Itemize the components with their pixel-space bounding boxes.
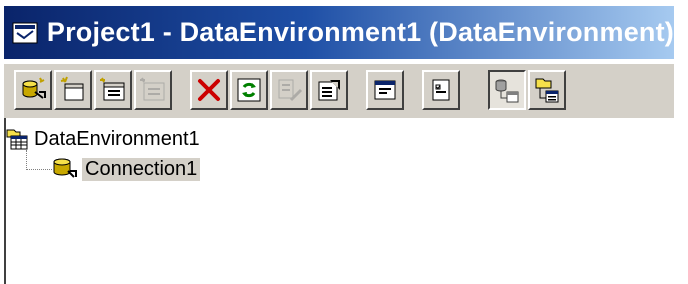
refresh-button[interactable] xyxy=(230,70,268,110)
design-icon xyxy=(275,76,303,104)
add-child-command-icon xyxy=(99,76,127,104)
options-icon xyxy=(427,76,455,104)
tree-view[interactable]: DataEnvironment1 Connection1 xyxy=(4,118,688,284)
title-bar[interactable]: Project1 - DataEnvironment1 (DataEnviron… xyxy=(4,6,674,59)
arrange-by-connections-button[interactable] xyxy=(488,70,526,110)
add-connection-button[interactable] xyxy=(14,70,52,110)
tree-item-data-environment[interactable]: DataEnvironment1 xyxy=(6,124,200,154)
tree-item-label: DataEnvironment1 xyxy=(34,127,200,150)
add-connection-icon xyxy=(19,76,47,104)
view-code-button[interactable] xyxy=(366,70,404,110)
toolbar xyxy=(4,63,674,119)
properties-button[interactable] xyxy=(310,70,348,110)
window-title: Project1 - DataEnvironment1 (DataEnviron… xyxy=(46,17,674,47)
insert-stored-procedures-button[interactable] xyxy=(134,70,172,110)
design-button[interactable] xyxy=(270,70,308,110)
add-command-button[interactable] xyxy=(54,70,92,110)
connection-icon xyxy=(52,157,78,181)
arrange-by-objects-icon xyxy=(533,76,561,104)
view-code-icon xyxy=(371,76,399,104)
add-child-command-button[interactable] xyxy=(94,70,132,110)
options-button[interactable] xyxy=(422,70,460,110)
tree-item-label: Connection1 xyxy=(82,157,201,181)
data-environment-icon xyxy=(6,128,28,150)
refresh-icon xyxy=(235,76,263,104)
data-environment-window: Project1 - DataEnvironment1 (DataEnviron… xyxy=(0,0,688,284)
tree-connector-vertical xyxy=(26,150,27,170)
insert-stored-procedures-icon xyxy=(139,76,167,104)
tree-connector-horizontal xyxy=(26,169,52,170)
delete-icon xyxy=(195,76,223,104)
arrange-by-connections-icon xyxy=(493,76,521,104)
arrange-by-objects-button[interactable] xyxy=(528,70,566,110)
data-environment-window-icon xyxy=(12,18,39,48)
tree-item-connection[interactable]: Connection1 xyxy=(52,154,201,184)
add-command-icon xyxy=(59,76,87,104)
delete-button[interactable] xyxy=(190,70,228,110)
properties-icon xyxy=(315,76,343,104)
